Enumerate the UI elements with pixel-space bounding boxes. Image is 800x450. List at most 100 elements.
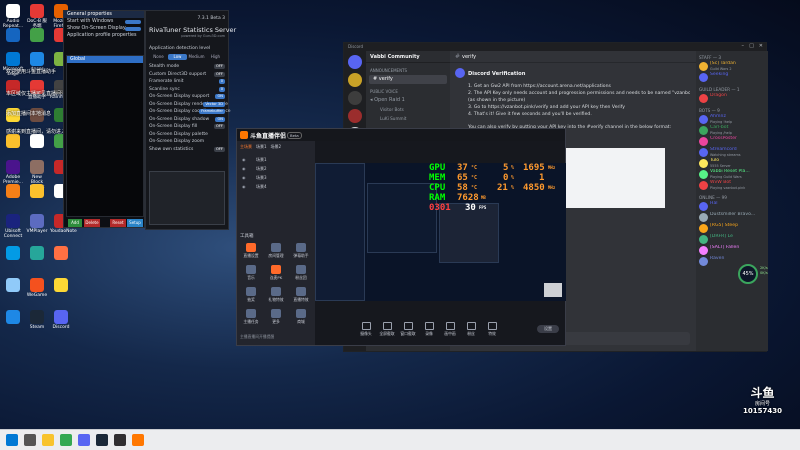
- scene-item[interactable]: ◉ 场景3: [240, 173, 312, 182]
- channel-user[interactable]: Visitor Bots: [366, 105, 450, 114]
- scene-item[interactable]: ◉ 场景2: [240, 164, 312, 173]
- bottom-tool[interactable]: 窗口截取: [399, 322, 417, 337]
- rt-add-button[interactable]: Add: [68, 219, 82, 227]
- douyu-tool[interactable]: 直播设置: [240, 243, 262, 259]
- desktop-icon[interactable]: Adobe Premie...: [2, 160, 24, 185]
- bottom-tool[interactable]: 粉丝: [462, 322, 480, 337]
- desktop-icon[interactable]: Discord: [50, 310, 72, 330]
- rt-option-toggle[interactable]: 0: [218, 79, 225, 84]
- desktop-icon[interactable]: [2, 134, 24, 149]
- steam-icon[interactable]: [96, 434, 108, 446]
- rt-option-row[interactable]: Show own statistics OFF: [146, 146, 228, 154]
- rt-option-row[interactable]: Stealth mode OFF: [146, 63, 228, 71]
- rt-option-row[interactable]: On-Screen Display zoom: [146, 138, 228, 146]
- member-item[interactable]: WvW Bot Playing vzanbot.pink: [696, 180, 768, 191]
- member-item[interactable]: [DRFR] Le: [696, 234, 768, 245]
- eye-icon[interactable]: ◉: [242, 164, 246, 173]
- server-icon[interactable]: [348, 73, 362, 87]
- obs-icon[interactable]: [114, 434, 126, 446]
- server-icon[interactable]: [348, 109, 362, 123]
- rt-option-row[interactable]: On-Screen Display fill OFF: [146, 123, 228, 131]
- member-item[interactable]: [RG5] Steep: [696, 223, 768, 234]
- rt-detection-selector[interactable]: None Low Medium High: [149, 54, 225, 60]
- douyu-tool[interactable]: 礼物特效: [265, 287, 287, 303]
- member-item[interactable]: CrossPoster: [696, 136, 768, 147]
- minimize-icon[interactable]: –: [742, 43, 745, 49]
- rt-option-toggle[interactable]: 0: [218, 86, 225, 92]
- desktop-icon[interactable]: [26, 246, 48, 261]
- douyu-tool[interactable]: 粉丝团: [290, 265, 312, 281]
- member-item[interactable]: Streamcord Watching streams: [696, 147, 768, 158]
- desktop-icon[interactable]: Steam: [26, 310, 48, 330]
- douyu-tab[interactable]: 场景2: [271, 144, 282, 152]
- rt-option-toggle[interactable]: OFF: [214, 146, 225, 152]
- desktop-icon[interactable]: VMPlayer: [26, 214, 48, 234]
- member-item[interactable]: Hal: [696, 201, 768, 212]
- douyu-tool[interactable]: 商城: [290, 309, 312, 325]
- channel-user[interactable]: LuKi Summit: [366, 114, 450, 123]
- desktop-icon[interactable]: Audio Repeat...: [2, 4, 24, 29]
- close-icon[interactable]: ✕: [759, 43, 763, 49]
- rt-setup-button[interactable]: Setup: [127, 219, 143, 227]
- rt-delete-button[interactable]: Delete: [84, 219, 100, 227]
- bottom-tool[interactable]: 全屏截取: [378, 322, 396, 337]
- eye-icon[interactable]: ◉: [242, 155, 246, 164]
- bottom-tool[interactable]: 摄像头: [357, 322, 375, 337]
- scene-item[interactable]: ◉ 场景4: [240, 182, 312, 191]
- douyu-tool[interactable]: 房间管理: [265, 243, 287, 259]
- desktop-icon[interactable]: [2, 184, 24, 199]
- maximize-icon[interactable]: □: [749, 43, 754, 49]
- douyu-tool[interactable]: 弹幕助手: [290, 243, 312, 259]
- desktop-icon[interactable]: [26, 184, 48, 199]
- member-item[interactable]: Ahmnz Playing !help: [696, 114, 768, 125]
- discord-icon[interactable]: [78, 434, 90, 446]
- rt-option-toggle[interactable]: OFF: [214, 64, 225, 69]
- eye-icon[interactable]: ◉: [242, 182, 246, 191]
- rt-option-row[interactable]: On-Screen Display coordinate space Frameb…: [146, 108, 231, 116]
- bottom-tool[interactable]: 特效: [483, 322, 501, 337]
- rt-option-toggle[interactable]: Framebuffer: [199, 109, 225, 114]
- channel-channel[interactable]: # verify: [369, 75, 447, 84]
- rt-show-osd[interactable]: Show On-Screen Display: [64, 25, 144, 32]
- rt-option-toggle[interactable]: [221, 132, 225, 137]
- rt-option-row[interactable]: Scanline sync 0: [146, 86, 228, 94]
- member-item[interactable]: Raven: [696, 256, 768, 267]
- rt-app-global[interactable]: Global: [67, 56, 143, 63]
- rt-option-toggle[interactable]: ON: [215, 116, 225, 122]
- member-item[interactable]: Dragon: [696, 93, 768, 104]
- douyu-tool[interactable]: 音乐: [240, 265, 262, 281]
- douyu-icon[interactable]: [132, 434, 144, 446]
- member-item[interactable]: Tulo 5555 Server: [696, 158, 768, 169]
- rt-option-toggle[interactable]: OFF: [214, 71, 225, 77]
- rt-option-toggle[interactable]: OFF: [214, 124, 225, 129]
- channel-voice[interactable]: ◂ Open Raid 1: [366, 96, 450, 105]
- member-item[interactable]: Dustsmiller Bravo...: [696, 212, 768, 223]
- member-item[interactable]: Vabbi Reset Pla... Playing Guild Wars: [696, 169, 768, 180]
- rt-option-row[interactable]: Custom Direct3D support OFF: [146, 71, 228, 79]
- rt-option-row[interactable]: On-Screen Display rendering mode Vector 3…: [146, 101, 228, 109]
- rt-option-row[interactable]: On-Screen Display shadow ON: [146, 116, 228, 124]
- channel-category[interactable]: ANNOUNCEMENTS: [366, 66, 450, 75]
- rt-option-row[interactable]: On-Screen Display palette: [146, 131, 228, 139]
- douyu-tool[interactable]: 直播特效: [290, 287, 312, 303]
- desktop-icon[interactable]: [2, 310, 24, 325]
- desktop-icon[interactable]: [50, 246, 72, 261]
- rt-option-toggle[interactable]: ON: [215, 94, 225, 99]
- desktop-icon[interactable]: [2, 246, 24, 261]
- douyu-tool[interactable]: 主播任务: [240, 309, 262, 325]
- server-icon[interactable]: [348, 91, 362, 105]
- douyu-tab[interactable]: 场景1: [256, 144, 267, 152]
- douyu-tool[interactable]: 抽奖: [240, 287, 262, 303]
- rt-app-list[interactable]: Global: [66, 55, 144, 217]
- rt-option-toggle[interactable]: Vector 3D: [203, 101, 225, 107]
- douyu-tool[interactable]: 更多: [265, 309, 287, 325]
- desktop-icon[interactable]: Ubisoft Connect: [2, 214, 24, 239]
- member-item[interactable]: [SALT] Fallen: [696, 245, 768, 256]
- desktop-icon[interactable]: [26, 134, 48, 149]
- rt-reset-button[interactable]: Reset: [110, 219, 126, 227]
- douyu-settings-button[interactable]: 设置: [537, 325, 559, 333]
- rt-option-toggle[interactable]: [221, 139, 225, 144]
- douyu-tab[interactable]: 主场景: [240, 144, 252, 152]
- rt-option-row[interactable]: On-Screen Display support ON: [146, 93, 228, 101]
- desktop-icon[interactable]: WeGame: [26, 278, 48, 298]
